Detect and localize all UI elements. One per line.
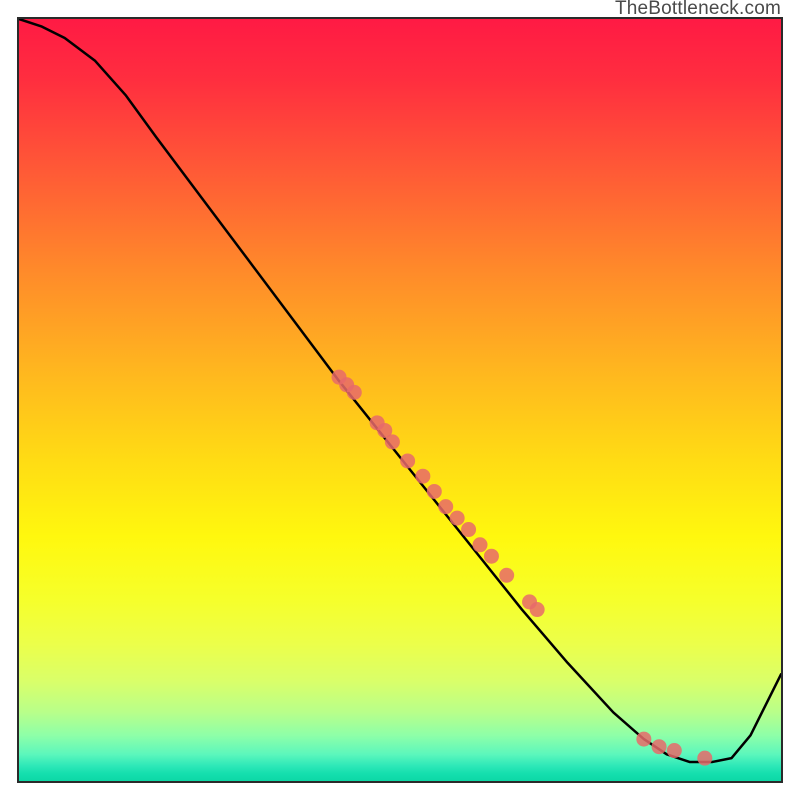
scatter-point	[697, 751, 712, 766]
scatter-point	[450, 511, 465, 526]
scatter-point	[427, 484, 442, 499]
scatter-point	[347, 385, 362, 400]
scatter-point	[415, 469, 430, 484]
scatter-point	[473, 537, 488, 552]
curve-line	[19, 19, 781, 762]
plot-area	[17, 17, 783, 783]
scatter-point	[385, 434, 400, 449]
chart-frame: TheBottleneck.com	[0, 0, 800, 800]
scatter-points	[332, 370, 713, 766]
scatter-point	[461, 522, 476, 537]
scatter-point	[499, 568, 514, 583]
scatter-point	[400, 453, 415, 468]
scatter-point	[652, 739, 667, 754]
scatter-point	[667, 743, 682, 758]
scatter-point	[484, 549, 499, 564]
scatter-point	[438, 499, 453, 514]
scatter-point	[530, 602, 545, 617]
scatter-point	[636, 732, 651, 747]
chart-svg	[19, 19, 781, 781]
